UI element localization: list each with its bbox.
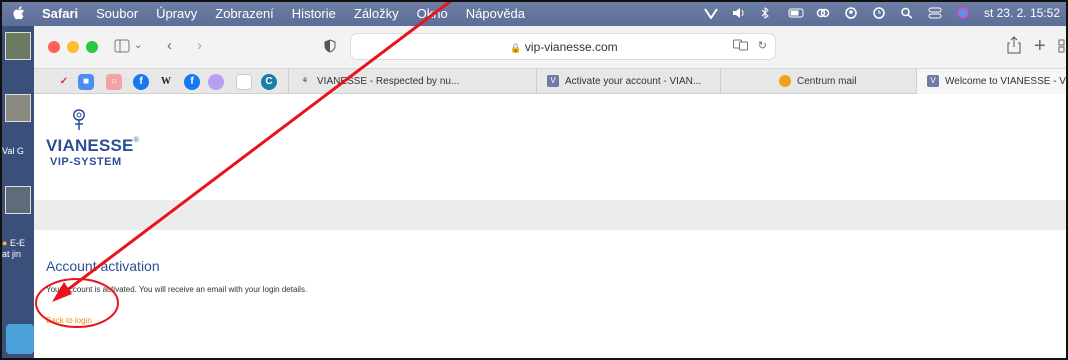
tab-bar: ✓ ■ ○ f W f C ⚘ VIANESSE - Respected by n… <box>34 68 1068 95</box>
favorite-check-icon[interactable]: ✓ <box>56 74 72 90</box>
desktop-file-label: at jin <box>2 249 22 259</box>
vianesse-v-icon: V <box>547 75 559 88</box>
desktop-file-label: ● E-E <box>2 238 25 248</box>
tab-activate-account[interactable]: V Activate your account - VIAN... <box>536 69 720 95</box>
favorite-facebook-icon[interactable]: f <box>184 74 200 90</box>
vianesse-emblem-icon <box>73 109 85 130</box>
favorite-c-icon[interactable]: C <box>261 74 277 90</box>
menu-upravy[interactable]: Úpravy <box>156 6 197 21</box>
spotlight-icon[interactable] <box>900 7 914 19</box>
time-machine-icon[interactable] <box>872 7 886 19</box>
favorite-translate-icon[interactable]: ■ <box>78 74 94 90</box>
siri-icon[interactable] <box>956 7 970 19</box>
desktop-file-label: Val G <box>2 146 24 156</box>
favorite-circle-icon[interactable]: ○ <box>106 74 122 90</box>
page-title: Account activation <box>46 258 160 274</box>
address-field[interactable]: 🔒 vip-vianesse.com <box>351 34 777 62</box>
tab-overview-icon[interactable] <box>1058 36 1068 56</box>
forward-button[interactable]: › <box>197 36 202 56</box>
desktop-background: Val G ● E-E at jin <box>0 26 34 360</box>
user-icon[interactable] <box>844 7 858 19</box>
link-icon[interactable] <box>816 7 830 19</box>
logo-subtitle: VIP-SYSTEM <box>50 156 122 168</box>
reload-icon[interactable]: ↻ <box>758 39 767 52</box>
back-button[interactable]: ‹ <box>167 36 172 56</box>
tab-centrum-mail[interactable]: Centrum mail <box>720 69 916 95</box>
logo-name: VIANESSE <box>46 136 134 155</box>
desktop-file-thumbnail[interactable] <box>5 186 31 214</box>
control-center-icon[interactable] <box>928 7 942 19</box>
lock-icon: 🔒 <box>510 43 522 53</box>
clock[interactable]: st 23. 2. 15:52 <box>984 6 1060 20</box>
browser-toolbar: ⌄ ‹ › 🔒 vip-vianesse.com ↻ + <box>34 26 1068 68</box>
chevron-down-icon[interactable]: ⌄ <box>134 36 142 56</box>
translate-icon[interactable] <box>733 39 749 54</box>
tab-vianesse-respected[interactable]: ⚘ VIANESSE - Respected by nu... <box>288 69 536 95</box>
menu-safari[interactable]: Safari <box>42 6 78 21</box>
logo-registered-mark: ® <box>133 137 139 144</box>
activation-message: Your account is activated. You will rece… <box>46 285 308 294</box>
vianesse-v-icon: V <box>927 75 939 88</box>
menu-historie[interactable]: Historie <box>292 6 336 21</box>
desktop-folder-icon[interactable] <box>6 324 34 354</box>
apple-icon[interactable] <box>12 5 26 21</box>
zoom-window-button[interactable] <box>86 41 98 53</box>
favorite-blank-icon[interactable] <box>236 74 252 90</box>
new-tab-button[interactable]: + <box>1034 36 1046 56</box>
menu-zobrazeni[interactable]: Zobrazení <box>215 6 274 21</box>
menu-napoveda[interactable]: Nápověda <box>466 6 525 21</box>
menu-zalozky[interactable]: Záložky <box>354 6 399 21</box>
sidebar-toggle-icon[interactable] <box>114 36 130 56</box>
vianesse-logo-icon: ⚘ <box>299 75 311 88</box>
share-icon[interactable] <box>1007 36 1021 56</box>
bluetooth-icon[interactable] <box>760 7 774 19</box>
favorite-site-icon[interactable] <box>208 74 224 90</box>
privacy-shield-icon[interactable] <box>324 36 336 56</box>
menu-bar: Safari Soubor Úpravy Zobrazení Historie … <box>0 0 1068 26</box>
centrum-mail-icon <box>779 75 791 88</box>
desktop-file-thumbnail[interactable] <box>5 94 31 122</box>
tab-welcome-vianesse[interactable]: VWelcome to VIANESSE - VIA... <box>916 69 1068 95</box>
back-to-login-link[interactable]: Back to login <box>46 316 92 325</box>
desktop-file-thumbnail[interactable] <box>5 32 31 60</box>
close-window-button[interactable] <box>48 41 60 53</box>
navigation-band <box>34 200 1068 230</box>
url-text: vip-vianesse.com <box>524 40 618 54</box>
menu-soubor[interactable]: Soubor <box>96 6 138 21</box>
menu-okno[interactable]: Okno <box>417 6 448 21</box>
status-area: st 23. 2. 15:52 <box>704 0 1060 26</box>
address-bar[interactable]: 🔒 vip-vianesse.com ↻ <box>350 33 776 60</box>
favorite-wikipedia-icon[interactable]: W <box>158 74 174 90</box>
minimize-window-button[interactable] <box>67 41 79 53</box>
battery-icon[interactable] <box>788 7 804 19</box>
favorite-facebook-icon[interactable]: f <box>133 74 149 90</box>
volume-icon[interactable] <box>732 7 746 19</box>
extension-icon[interactable] <box>704 7 718 20</box>
web-page: VIANESSE® VIP-SYSTEM Account activation … <box>34 94 1068 360</box>
vianesse-logo[interactable]: VIANESSE® VIP-SYSTEM <box>46 108 139 168</box>
safari-window: ⌄ ‹ › 🔒 vip-vianesse.com ↻ + ✓ ■ ○ f W f… <box>34 26 1068 360</box>
